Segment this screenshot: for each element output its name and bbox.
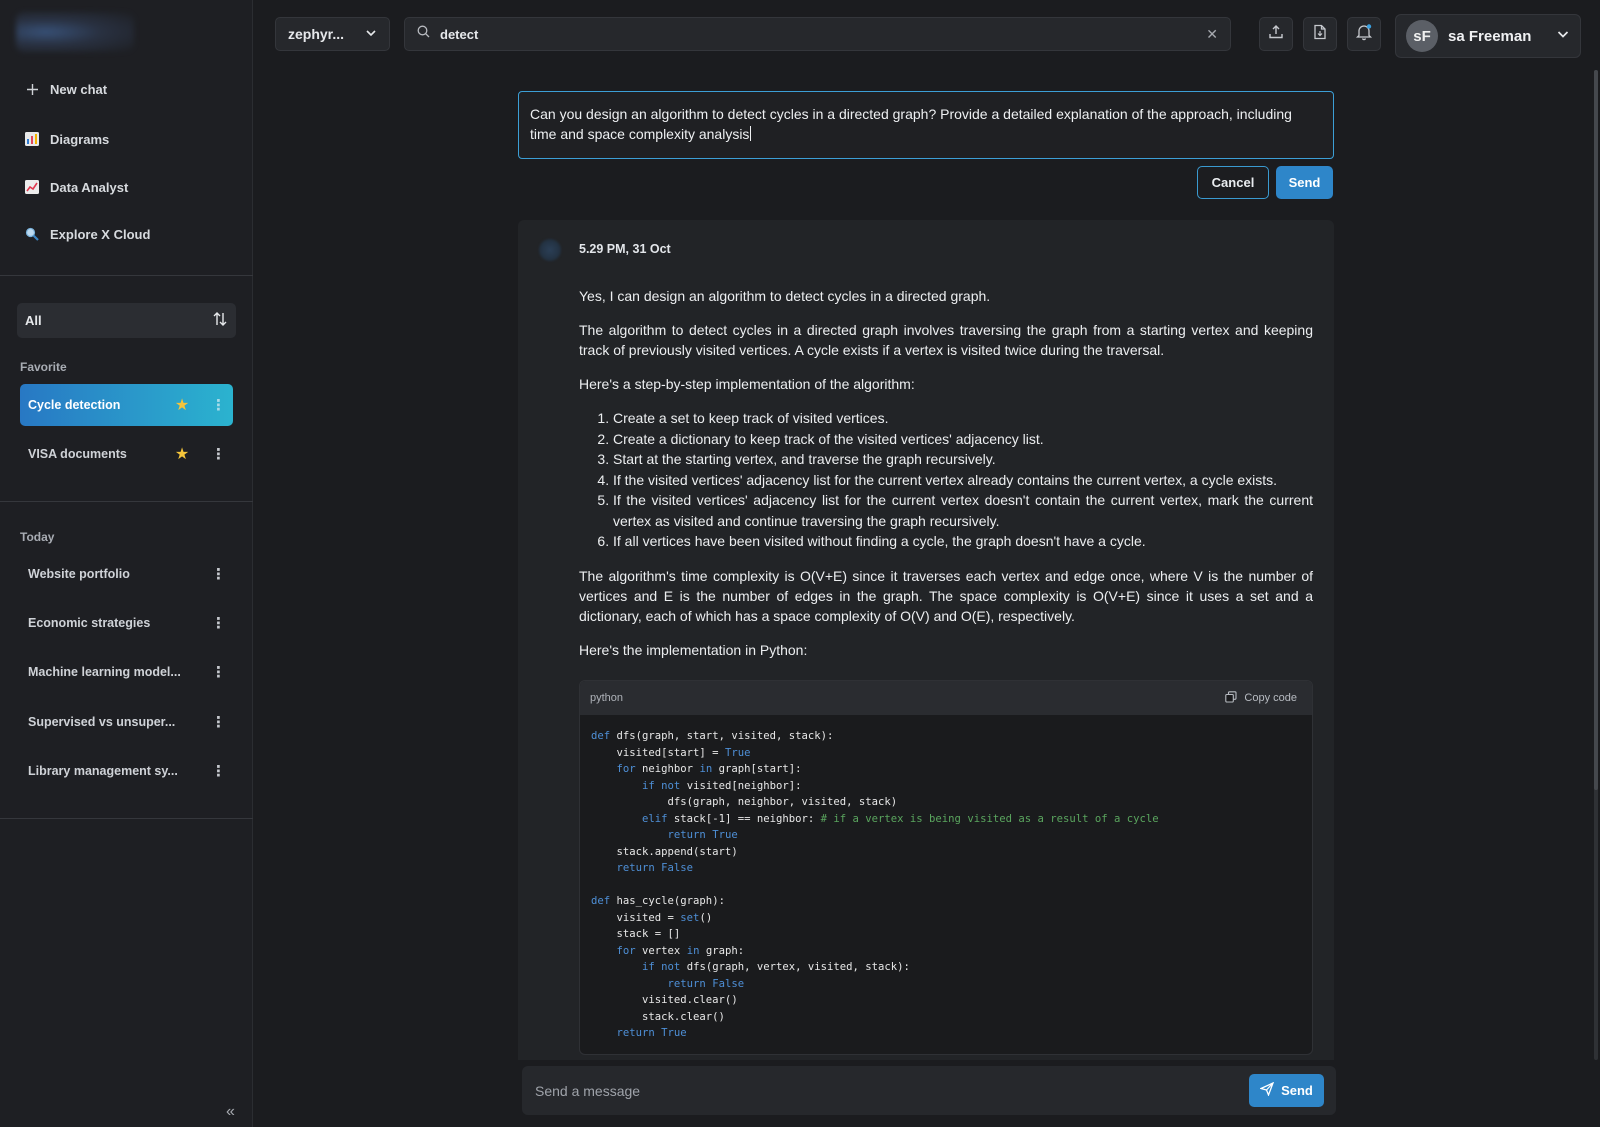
chat-item-visa-documents[interactable]: VISA documents ★ ⋮	[20, 433, 233, 475]
more-options-icon[interactable]: ⋮	[211, 762, 226, 780]
more-options-icon[interactable]: ⋮	[211, 614, 226, 632]
chat-title: Cycle detection	[28, 398, 121, 412]
search-icon	[417, 25, 430, 43]
chat-item-cycle-detection[interactable]: Cycle detection ★ ⋮	[20, 384, 233, 426]
model-name: zephyr...	[288, 26, 345, 42]
model-select[interactable]: zephyr...	[275, 17, 390, 51]
steps-list: Create a set to keep track of visited ve…	[598, 408, 1313, 552]
message-input[interactable]	[535, 1082, 1249, 1099]
response-paragraph: The algorithm's time complexity is O(V+E…	[579, 567, 1313, 624]
chat-item-website-portfolio[interactable]: Website portfolio ⋮	[20, 553, 233, 595]
list-item: If the visited vertices' adjacency list …	[613, 490, 1313, 531]
sidebar-divider	[0, 275, 253, 276]
list-item: If the visited vertices' adjacency list …	[613, 470, 1313, 491]
more-options-icon[interactable]: ⋮	[211, 396, 226, 414]
edit-prompt-text: Can you design an algorithm to detect cy…	[530, 106, 1292, 142]
list-item: If all vertices have been visited withou…	[613, 531, 1313, 552]
filter-label: All	[25, 313, 42, 328]
chat-item-library-management[interactable]: Library management sy... ⋮	[20, 750, 233, 792]
chat-title: Machine learning model...	[28, 665, 181, 679]
new-chat-button[interactable]: New chat	[24, 78, 107, 100]
chat-item-economic-strategies[interactable]: Economic strategies ⋮	[20, 602, 233, 644]
copy-code-button[interactable]: Copy code	[1225, 690, 1297, 706]
bot-avatar	[539, 239, 561, 261]
assistant-response: 5.29 PM, 31 Oct Yes, I can design an alg…	[518, 220, 1334, 1060]
search-input[interactable]	[440, 26, 1197, 42]
scrollbar-thumb[interactable]	[1594, 70, 1598, 790]
sidebar-divider	[0, 501, 253, 502]
code-block: python Copy code def dfs(graph, start, v…	[579, 680, 1313, 1055]
code-header: python Copy code	[580, 681, 1312, 715]
text-caret	[750, 126, 752, 141]
sort-icon[interactable]	[212, 311, 228, 330]
sidebar-item-diagrams[interactable]: Diagrams	[24, 128, 109, 150]
chevron-down-icon	[1556, 27, 1570, 46]
response-body: Yes, I can design an algorithm to detect…	[579, 286, 1313, 674]
response-paragraph: Here's the implementation in Python:	[579, 641, 808, 658]
copy-icon	[1225, 690, 1237, 706]
clear-search-icon[interactable]: ✕	[1206, 26, 1218, 43]
chat-title: Economic strategies	[28, 616, 151, 630]
avatar: sF	[1406, 20, 1438, 52]
chat-item-machine-learning-model[interactable]: Machine learning model... ⋮	[20, 651, 233, 693]
list-item: Create a set to keep track of visited ve…	[613, 408, 1313, 429]
sidebar-item-label: Diagrams	[50, 131, 110, 147]
copy-code-label: Copy code	[1244, 692, 1297, 704]
notifications-button[interactable]	[1347, 17, 1381, 51]
chat-item-supervised-vs-unsupervised[interactable]: Supervised vs unsuper... ⋮	[20, 701, 233, 743]
cancel-button[interactable]: Cancel	[1197, 166, 1269, 199]
list-item: Start at the starting vertex, and traver…	[613, 449, 1313, 470]
more-options-icon[interactable]: ⋮	[211, 663, 226, 681]
upload-button[interactable]	[1259, 17, 1293, 51]
send-message-button[interactable]: Send	[1249, 1074, 1324, 1107]
send-label: Send	[1281, 1083, 1313, 1098]
plus-icon	[24, 81, 40, 97]
response-paragraph: Yes, I can design an algorithm to detect…	[579, 288, 991, 304]
main-scrollbar[interactable]	[1594, 70, 1598, 1060]
user-menu[interactable]: sF sa Freeman	[1395, 14, 1581, 58]
sidebar-item-explore-x-cloud[interactable]: Explore X Cloud	[24, 223, 150, 245]
chat-title: Library management sy...	[28, 764, 178, 778]
magnifier-icon	[24, 226, 40, 242]
today-section-label: Today	[20, 530, 55, 544]
message-composer: Send	[522, 1066, 1336, 1115]
response-paragraph: The algorithm to detect cycles in a dire…	[579, 322, 1313, 358]
file-icon	[1312, 24, 1328, 45]
favorite-section-label: Favorite	[20, 360, 67, 374]
new-chat-label: New chat	[50, 81, 108, 97]
response-paragraph: Here's a step-by-step implementation of …	[579, 376, 915, 392]
code-language: python	[590, 692, 624, 704]
app-logo	[16, 12, 134, 52]
chat-title: Website portfolio	[28, 567, 130, 581]
sidebar-item-data-analyst[interactable]: Data Analyst	[24, 176, 128, 198]
bell-icon	[1355, 23, 1373, 46]
message-timestamp: 5.29 PM, 31 Oct	[579, 242, 671, 256]
bar-chart-icon	[24, 131, 40, 147]
chat-title: VISA documents	[28, 447, 127, 461]
list-item: Create a dictionary to keep track of the…	[613, 429, 1313, 450]
paper-plane-icon	[1259, 1081, 1275, 1099]
sidebar-item-label: Explore X Cloud	[50, 226, 151, 242]
chat-title: Supervised vs unsuper...	[28, 715, 176, 729]
line-chart-icon	[24, 179, 40, 195]
more-options-icon[interactable]: ⋮	[211, 565, 226, 583]
chevron-down-icon	[365, 26, 377, 42]
python-code: def dfs(graph, start, visited, stack): v…	[591, 730, 1159, 1039]
export-file-button[interactable]	[1303, 17, 1337, 51]
more-options-icon[interactable]: ⋮	[211, 445, 226, 463]
star-icon[interactable]: ★	[171, 395, 193, 415]
collapse-sidebar-icon[interactable]: «	[226, 1103, 235, 1121]
more-options-icon[interactable]: ⋮	[211, 713, 226, 731]
sidebar-item-label: Data Analyst	[50, 179, 129, 195]
edit-prompt-textarea[interactable]: Can you design an algorithm to detect cy…	[518, 91, 1334, 159]
user-name: sa Freeman	[1448, 27, 1532, 45]
sidebar: New chat Diagrams Data Analyst Explore X…	[0, 0, 253, 1127]
sidebar-divider	[0, 818, 253, 819]
send-edit-button[interactable]: Send	[1276, 166, 1333, 199]
star-icon[interactable]: ★	[171, 444, 193, 464]
search-bar: ✕	[404, 17, 1231, 51]
upload-icon	[1268, 24, 1284, 45]
chat-filter-select[interactable]: All	[17, 303, 236, 338]
